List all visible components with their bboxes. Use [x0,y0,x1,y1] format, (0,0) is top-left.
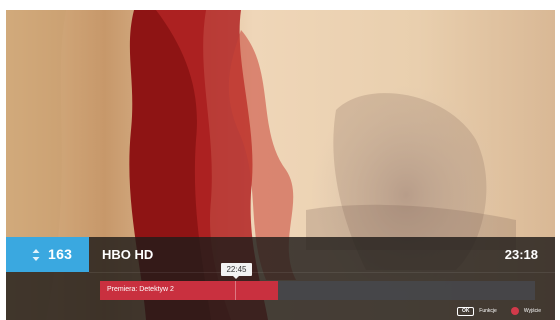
red-button-icon [510,307,519,315]
program-progress-bar[interactable]: Premiera: Detektyw 2 [100,281,535,300]
time-marker-pointer [233,276,239,279]
channel-info-bar: 163 HBO HD 23:18 22:45 Premiera: Detekty… [6,237,555,320]
divider [89,272,555,273]
progress-marker [235,281,236,300]
tv-screen: 163 HBO HD 23:18 22:45 Premiera: Detekty… [6,10,555,320]
key-hints: OK Funkcje Wyjście [457,306,541,316]
exit-hint-label: Wyjście [523,308,541,314]
channel-name: HBO HD [102,247,154,262]
channel-number: 163 [48,246,73,262]
up-down-arrows-icon [32,249,40,261]
program-title: Premiera: Detektyw 2 [107,286,174,293]
current-time: 23:18 [504,247,538,262]
program-time-marker: 22:45 [221,263,252,276]
ok-key-icon: OK [457,306,475,316]
ok-hint-label: Funkcje [479,308,497,314]
channel-number-box[interactable]: 163 [6,237,89,272]
